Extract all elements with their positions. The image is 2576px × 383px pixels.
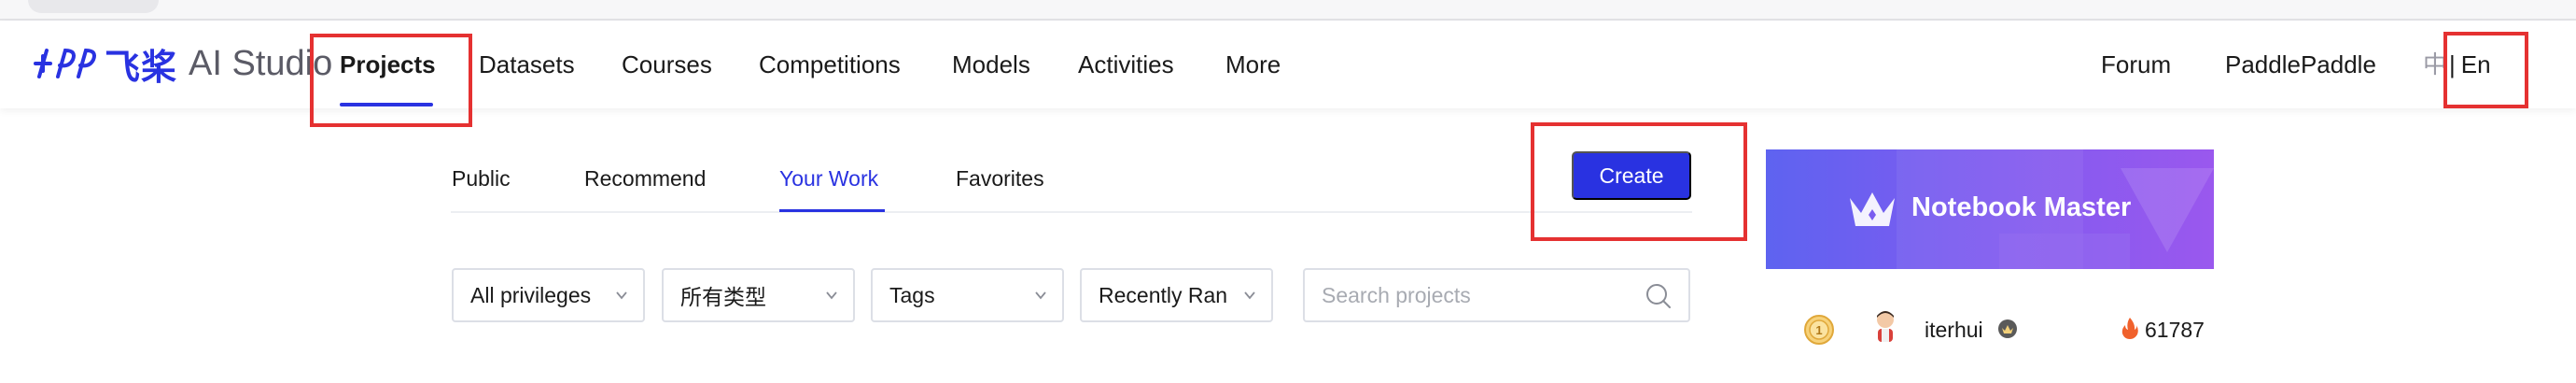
sort-filter-value: Recently Ran <box>1099 282 1228 307</box>
privileges-filter-value: All privileges <box>470 282 592 307</box>
type-filter-value: 所有类型 <box>680 285 766 309</box>
nav-competitions[interactable]: Competitions <box>759 49 901 80</box>
nav-paddlepaddle[interactable]: PaddlePaddle <box>2225 49 2376 80</box>
banner-title: Notebook Master <box>1911 192 2132 222</box>
logo[interactable]: 飞桨 AI Studio <box>32 39 332 88</box>
type-filter[interactable]: 所有类型 <box>662 268 855 322</box>
nav-forum[interactable]: Forum <box>2101 49 2171 80</box>
chevron-down-icon <box>1244 291 1255 300</box>
rank-number: 1 <box>1815 323 1822 337</box>
fire-icon <box>2121 318 2138 339</box>
nav-activities[interactable]: Activities <box>1078 49 1174 80</box>
browser-tab-strip <box>0 0 2576 21</box>
nav-models[interactable]: Models <box>952 49 1030 80</box>
lang-separator: | <box>2449 50 2456 78</box>
logo-english-text: AI Studio <box>189 43 333 83</box>
nav-active-indicator <box>340 103 433 106</box>
nav-courses[interactable]: Courses <box>622 49 712 80</box>
crown-icon <box>1850 192 1895 226</box>
gold-medal-icon: 1 <box>1804 315 1834 345</box>
lang-english[interactable]: En <box>2461 50 2491 78</box>
sort-filter[interactable]: Recently Ran <box>1080 268 1273 322</box>
leaderboard-row[interactable]: 1 iterhui 61787 <box>1766 280 2214 383</box>
nav-datasets[interactable]: Datasets <box>479 49 575 80</box>
tab-recommend[interactable]: Recommend <box>584 164 706 192</box>
tabs-divider <box>451 211 1692 213</box>
lang-chinese[interactable]: 中 <box>2423 50 2447 78</box>
create-button[interactable]: Create <box>1572 151 1691 200</box>
banner-decoration <box>1999 234 2130 269</box>
chevron-down-icon <box>1035 291 1046 300</box>
logo-chinese-text: 飞桨 <box>105 48 178 88</box>
avatar[interactable] <box>1869 308 1902 346</box>
leader-username[interactable]: iterhui <box>1925 316 1983 344</box>
chevron-down-icon <box>826 291 837 300</box>
tab-favorites[interactable]: Favorites <box>956 164 1044 192</box>
tab-public[interactable]: Public <box>452 164 511 192</box>
tags-filter-value: Tags <box>889 282 935 307</box>
leader-score: 61787 <box>2145 318 2205 342</box>
notebook-master-banner[interactable]: Notebook Master <box>1766 149 2214 269</box>
privileges-filter[interactable]: All privileges <box>452 268 645 322</box>
browser-tab[interactable] <box>28 0 159 13</box>
user-level-badge-icon <box>1998 319 2017 338</box>
chevron-down-icon <box>616 291 627 300</box>
banner-decoration <box>2121 168 2214 252</box>
nav-more[interactable]: More <box>1225 49 1281 80</box>
tab-active-indicator <box>779 209 885 212</box>
tab-your-work[interactable]: Your Work <box>779 164 878 192</box>
nav-projects[interactable]: Projects <box>340 49 436 80</box>
search-box <box>1303 268 1690 322</box>
language-switcher: 中| En <box>2423 49 2491 80</box>
paddle-logo-icon <box>34 48 96 78</box>
top-navigation-bar: 飞桨 AI Studio Projects Datasets Courses C… <box>0 21 2576 108</box>
search-icon[interactable] <box>1644 281 1673 311</box>
search-input[interactable] <box>1322 279 1630 311</box>
tags-filter[interactable]: Tags <box>871 268 1064 322</box>
